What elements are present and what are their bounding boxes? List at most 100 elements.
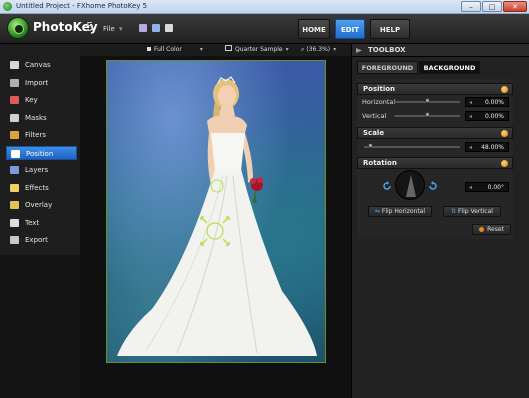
color-mode-label: Full Color — [154, 46, 182, 53]
sidebar-item-label: Export — [25, 236, 48, 244]
sidebar-item-import[interactable]: Import — [6, 76, 77, 90]
chevron-down-icon: ▾ — [333, 46, 337, 53]
rotation-dial-pointer-icon — [406, 175, 416, 197]
sidebar-empty-area — [0, 255, 80, 398]
chevron-down-icon: ▾ — [285, 46, 289, 53]
sidebar-item-label: Layers — [25, 166, 49, 174]
layers-icon — [10, 166, 19, 174]
rotation-value-field[interactable]: ◂ 0.00° — [465, 182, 509, 192]
text-icon — [10, 218, 19, 227]
tab-background[interactable]: BACKGROUND — [419, 61, 480, 74]
section-options-icon[interactable] — [501, 160, 508, 167]
stepper-arrow-icon[interactable]: ◂ — [469, 143, 472, 153]
sidebar-item-layers[interactable]: Layers — [6, 163, 77, 177]
stepper-arrow-icon[interactable]: ◂ — [469, 98, 472, 108]
section-options-icon[interactable] — [501, 130, 508, 137]
flip-horizontal-icon: ⇋ — [374, 208, 382, 215]
new-project-icon[interactable] — [139, 24, 147, 32]
bride-figure — [117, 76, 317, 356]
nav-help-button[interactable]: HELP — [370, 19, 410, 39]
color-mode-icon — [147, 47, 151, 51]
export-icon — [10, 236, 19, 244]
save-project-icon[interactable] — [152, 24, 160, 32]
color-mode-dropdown[interactable]: Full Color ▾ — [147, 45, 215, 55]
stepper-arrow-icon[interactable]: ◂ — [469, 112, 472, 122]
collapse-arrow-icon[interactable] — [356, 48, 362, 53]
chevron-down-icon: ▾ — [199, 46, 203, 53]
scale-value-field[interactable]: ◂ 48.00% — [465, 142, 509, 152]
file-menu-label: File — [103, 25, 115, 33]
nav-edit-button[interactable]: EDIT — [335, 19, 365, 39]
canvas-image[interactable] — [106, 60, 326, 363]
flip-vertical-button[interactable]: ⇅ Flip Vertical — [443, 206, 501, 217]
minimize-button[interactable]: – — [461, 1, 481, 12]
sidebar-item-canvas[interactable]: Canvas — [6, 58, 77, 72]
horizontal-value-field[interactable]: ◂ 0.00% — [465, 97, 509, 107]
zoom-dropdown[interactable]: ⌕ (36.3%) ▾ — [301, 45, 347, 55]
masks-icon — [10, 113, 19, 122]
rotate-right-icon[interactable] — [428, 181, 438, 191]
sidebar-item-text[interactable]: Text — [6, 216, 77, 230]
flip-horizontal-label: Flip Horizontal — [381, 208, 426, 215]
rotate-left-icon[interactable] — [382, 181, 392, 191]
rotation-section-header[interactable]: Rotation — [357, 157, 513, 169]
window-title: Untitled Project - FXhome PhotoKey 5 — [16, 2, 148, 10]
sidebar-item-label: Key — [25, 96, 38, 104]
stepper-arrow-icon[interactable]: ◂ — [469, 183, 472, 193]
sidebar-item-overlay[interactable]: Overlay — [6, 198, 77, 212]
overlay-icon — [10, 201, 19, 209]
reset-icon — [479, 226, 485, 232]
horizontal-label: Horizontal — [362, 98, 396, 106]
sample-label: Quarter Sample — [235, 46, 283, 53]
flip-horizontal-button[interactable]: ⇋ Flip Horizontal — [368, 206, 432, 217]
sidebar-item-effects[interactable]: Effects — [6, 181, 77, 195]
print-icon[interactable] — [165, 24, 173, 32]
window-titlebar: Untitled Project - FXhome PhotoKey 5 – □… — [0, 0, 529, 14]
zoom-icon: ⌕ — [301, 46, 305, 53]
sidebar-item-export[interactable]: Export — [6, 233, 77, 247]
maximize-button[interactable]: □ — [482, 1, 502, 12]
nav-home-button[interactable]: HOME — [298, 19, 330, 39]
horizontal-slider-thumb[interactable] — [425, 98, 430, 103]
chevron-down-icon: ▾ — [118, 25, 123, 33]
app-small-icon — [3, 2, 12, 11]
vertical-label: Vertical — [362, 112, 387, 120]
tab-foreground[interactable]: FOREGROUND — [357, 61, 418, 74]
reset-button[interactable]: Reset — [472, 224, 511, 235]
zoom-label: (36.3%) — [306, 46, 331, 53]
toolbox-title: TOOLBOX — [368, 46, 406, 54]
sidebar-item-label: Effects — [25, 183, 49, 192]
sidebar-item-label: Filters — [25, 131, 46, 139]
flip-vertical-icon: ⇅ — [451, 208, 458, 215]
canvas-icon — [10, 61, 19, 69]
sample-icon — [225, 45, 232, 51]
sidebar-item-label: Masks — [25, 113, 47, 122]
sidebar-item-filters[interactable]: Filters — [6, 128, 77, 142]
scale-section-header[interactable]: Scale — [357, 127, 513, 139]
effects-icon — [10, 183, 19, 192]
sidebar-item-label: Text — [25, 218, 40, 227]
sidebar-item-label: Import — [25, 78, 49, 87]
sample-dropdown[interactable]: Quarter Sample ▾ — [225, 45, 297, 55]
vertical-slider-thumb[interactable] — [425, 112, 430, 117]
scale-value: 48.00% — [481, 144, 504, 151]
vertical-value: 0.00% — [484, 113, 504, 120]
sidebar-item-masks[interactable]: Masks — [6, 111, 77, 125]
position-section-header[interactable]: Position — [357, 83, 513, 95]
sidebar-item-label: Overlay — [25, 201, 53, 209]
file-menu[interactable]: File ▾ — [103, 23, 128, 35]
sidebar-item-position[interactable]: Position — [6, 145, 77, 160]
section-options-icon[interactable] — [501, 86, 508, 93]
position-icon — [11, 149, 20, 158]
vertical-value-field[interactable]: ◂ 0.00% — [465, 111, 509, 121]
sidebar-item-key[interactable]: Key — [6, 93, 77, 107]
rotation-section-title: Rotation — [363, 159, 397, 167]
sidebar-item-label: Canvas — [25, 61, 51, 69]
scale-slider-thumb[interactable] — [368, 143, 373, 148]
rotation-dial[interactable] — [395, 170, 425, 200]
scale-slider-track[interactable] — [364, 146, 460, 148]
import-icon — [10, 78, 19, 87]
photokey-logo-icon — [7, 17, 29, 39]
close-window-button[interactable]: ✕ — [503, 1, 527, 12]
horizontal-value: 0.00% — [484, 99, 504, 106]
